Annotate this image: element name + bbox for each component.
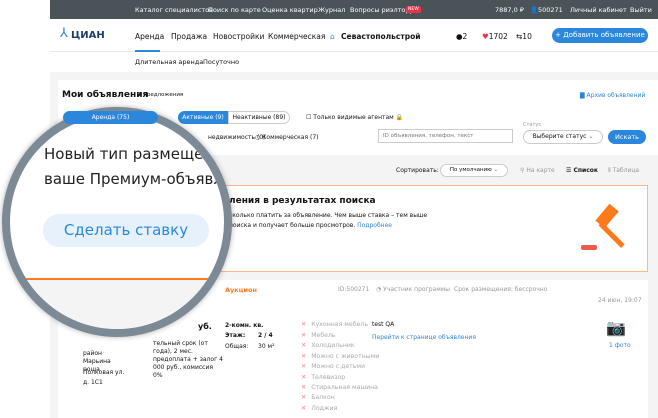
subnav: Длительная аренда Посуточно — [50, 52, 658, 72]
nav-rent[interactable]: Аренда — [135, 32, 164, 41]
view-table[interactable]: ⦀ Таблица — [608, 167, 639, 175]
new-badge: NEW — [406, 6, 421, 13]
rooms: 2-комн. кв. — [225, 322, 264, 329]
feature: ✕ Балкон — [301, 394, 335, 401]
nav-sale[interactable]: Продажа — [171, 32, 207, 41]
banner-title: ления в результатах поиска — [229, 196, 376, 206]
page-title: Мои объявления — [62, 90, 149, 100]
area-label: Общая: — [225, 343, 249, 350]
user-icon: 👤 — [530, 6, 539, 14]
floor: 2 / 4 — [258, 332, 273, 339]
lens-text: ваше Премиум-объявл — [44, 170, 223, 188]
logo[interactable]: ЦИАН — [71, 30, 105, 41]
logout-link[interactable]: Выйти — [630, 6, 652, 14]
balance[interactable]: 7887,0 ₽ — [495, 6, 524, 14]
feature: ✕ Лоджия — [301, 405, 338, 412]
tab-rent[interactable]: Аренда (75) — [63, 111, 158, 124]
topbar-link[interactable]: Каталог специалистов — [135, 6, 213, 14]
listing-id: ID:500271 — [338, 286, 370, 293]
feature: ✕ Холодильник — [301, 342, 355, 349]
feature: ✕ Мебель — [301, 332, 336, 339]
banner-text: сколько платить за объявление. Чем выше … — [229, 212, 428, 219]
banner-text: поиска и получает больше просмотров. Под… — [229, 222, 392, 229]
auction-label: Аукцион — [225, 286, 258, 294]
topbar-link[interactable]: Журнал — [318, 6, 345, 14]
filter-active[interactable]: Активные (9) — [178, 111, 228, 124]
lens-background — [10, 280, 224, 329]
status-label: Статус — [523, 122, 542, 128]
heart-icon: ♥ — [482, 32, 489, 41]
more-link[interactable]: Подробнее — [357, 222, 392, 229]
nav-new[interactable]: Новостройки — [213, 32, 264, 41]
notifications-count: 2 — [462, 32, 468, 41]
archive-link[interactable]: ▇ Архив объявлений — [580, 92, 645, 99]
building-icon: ⌂ — [330, 32, 335, 41]
subnav-long-rent[interactable]: Длительная аренда — [135, 58, 203, 66]
price-desc: тельный срок (от года), 2 мес. предоплат… — [153, 340, 223, 379]
area: 30 м² — [258, 343, 275, 350]
filter-inactive[interactable]: Неактивные (89) — [228, 111, 290, 124]
type-commercial-radio[interactable]: ○ Коммерческая (7) — [255, 134, 319, 141]
favorites[interactable]: ♥1702 — [482, 32, 508, 41]
magnifier-lens: Новый тип размеще ваше Премиум-объявл Сд… — [2, 107, 232, 337]
nav-commercial[interactable]: Коммерческая — [268, 32, 325, 41]
goto-listing-link[interactable]: Перейти к странице объявления — [372, 334, 476, 341]
date: 24 июн, 19:07 — [598, 297, 642, 304]
view-list[interactable]: ☰ Список — [566, 167, 598, 174]
compare-count: 10 — [522, 32, 532, 41]
address-house[interactable]: д. 1С1 — [83, 379, 103, 386]
lens-text: Новый тип размеще — [44, 145, 204, 163]
notifications[interactable]: ●2 — [456, 32, 467, 41]
address-street[interactable]: Полковая ул. — [83, 369, 124, 376]
feature: ✕ Можно с детьми — [301, 363, 366, 370]
feature: ✕ Стиральная машина — [301, 384, 378, 391]
feature: ✕ Можно с животными — [301, 353, 380, 360]
nav-sevastopolstroy[interactable]: Севастопольстрой — [341, 32, 420, 41]
feature: ✕ Кухонная мебель — [301, 321, 368, 328]
topbar-link[interactable]: Оценка квартир — [262, 6, 318, 14]
only-agents-checkbox[interactable]: ☐ Только видимые агентам 🔒 — [306, 114, 403, 121]
gavel-icon — [579, 201, 629, 261]
view-map[interactable]: ⚲ На карте — [520, 167, 555, 174]
sort-select[interactable]: По умолчанию ⌄ — [440, 164, 508, 177]
user-id[interactable]: 500271 — [538, 6, 563, 14]
camera-icon[interactable]: 📷 — [606, 318, 626, 337]
ads-count: 2 предложения — [138, 92, 184, 98]
topbar-link[interactable]: Поиск по карте — [208, 6, 261, 14]
feature: ✕ Телевизор — [301, 374, 346, 381]
status-select[interactable]: Выберите статус ⌄ — [523, 130, 603, 144]
logo-icon: ⅄ — [60, 26, 68, 41]
photos-link[interactable]: 1 фото — [609, 342, 631, 349]
add-listing-button[interactable]: + Добавить объявление — [552, 28, 648, 43]
sort-label: Сортировать: — [396, 167, 439, 174]
search-button[interactable]: Искать — [608, 130, 646, 144]
term: Срок размещения: бессрочно — [454, 286, 548, 293]
comment: test QA — [372, 321, 395, 328]
program-badge[interactable]: ◔ Участник программы — [376, 286, 450, 293]
search-input[interactable] — [378, 129, 513, 143]
subnav-daily[interactable]: Посуточно — [203, 58, 239, 66]
floor-label: Этаж: — [225, 332, 246, 339]
header: ⅄ ЦИАН Аренда Продажа Новостройки Коммер… — [50, 19, 658, 52]
favorites-count: 1702 — [488, 32, 508, 41]
compare[interactable]: ⇆10 — [516, 32, 532, 41]
top-bar: Каталог специалистов Поиск по карте Оцен… — [50, 0, 658, 19]
cabinet-link[interactable]: Личный кабинет — [570, 6, 627, 14]
topbar-link[interactable]: Вопросы риэлтору — [350, 6, 413, 14]
make-bid-button[interactable]: Сделать ставку — [43, 214, 209, 247]
